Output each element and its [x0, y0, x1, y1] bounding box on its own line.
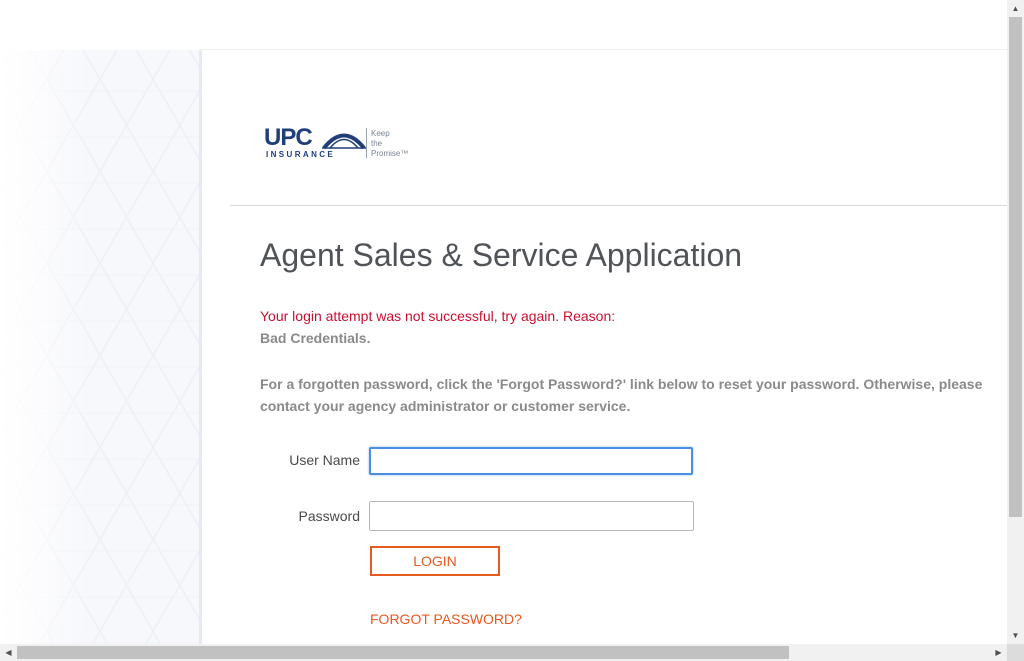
header-divider: [230, 205, 1007, 206]
side-panel-border: [199, 50, 202, 644]
logo-tagline: Keep the Promise™: [371, 129, 408, 159]
tagline-line-2: the: [371, 139, 383, 148]
page-viewport: UPC INSURANCE Keep the Promise™ Agent Sa…: [0, 0, 1007, 644]
horizontal-scroll-thumb[interactable]: [17, 646, 789, 659]
password-input[interactable]: [369, 501, 694, 531]
logo-insurance-text: INSURANCE: [266, 150, 336, 159]
login-error-message: Your login attempt was not successful, t…: [260, 308, 616, 324]
horizontal-scrollbar[interactable]: ◀ ▶: [0, 644, 1007, 661]
login-button[interactable]: LOGIN: [370, 546, 500, 576]
logo-arc-icon: [322, 133, 366, 149]
vertical-scroll-thumb[interactable]: [1009, 17, 1022, 517]
username-label: User Name: [289, 452, 360, 468]
forgot-password-instructions: For a forgotten password, click the 'For…: [260, 376, 983, 414]
top-divider: [200, 49, 1007, 50]
scroll-right-arrow-icon[interactable]: ▶: [990, 644, 1007, 661]
logo-brand-text: UPC: [264, 124, 313, 151]
scroll-left-arrow-icon[interactable]: ◀: [0, 644, 17, 661]
upc-insurance-logo: UPC INSURANCE Keep the Promise™: [264, 124, 414, 164]
page-title: Agent Sales & Service Application: [260, 237, 743, 273]
forgot-password-link[interactable]: FORGOT PASSWORD?: [370, 611, 522, 627]
tagline-line-3: Promise™: [371, 149, 409, 158]
username-input[interactable]: [369, 447, 693, 475]
scroll-down-arrow-icon[interactable]: ▼: [1007, 627, 1024, 644]
login-error-reason: Bad Credentials.: [260, 330, 371, 346]
vertical-scrollbar[interactable]: ▲ ▼: [1007, 0, 1024, 644]
scrollbar-corner: [1007, 644, 1024, 661]
logo-divider: [366, 128, 367, 158]
scroll-up-arrow-icon[interactable]: ▲: [1007, 0, 1024, 17]
password-label: Password: [298, 508, 360, 524]
decorative-side-panel: [0, 50, 200, 644]
tagline-line-1: Keep: [371, 129, 390, 138]
